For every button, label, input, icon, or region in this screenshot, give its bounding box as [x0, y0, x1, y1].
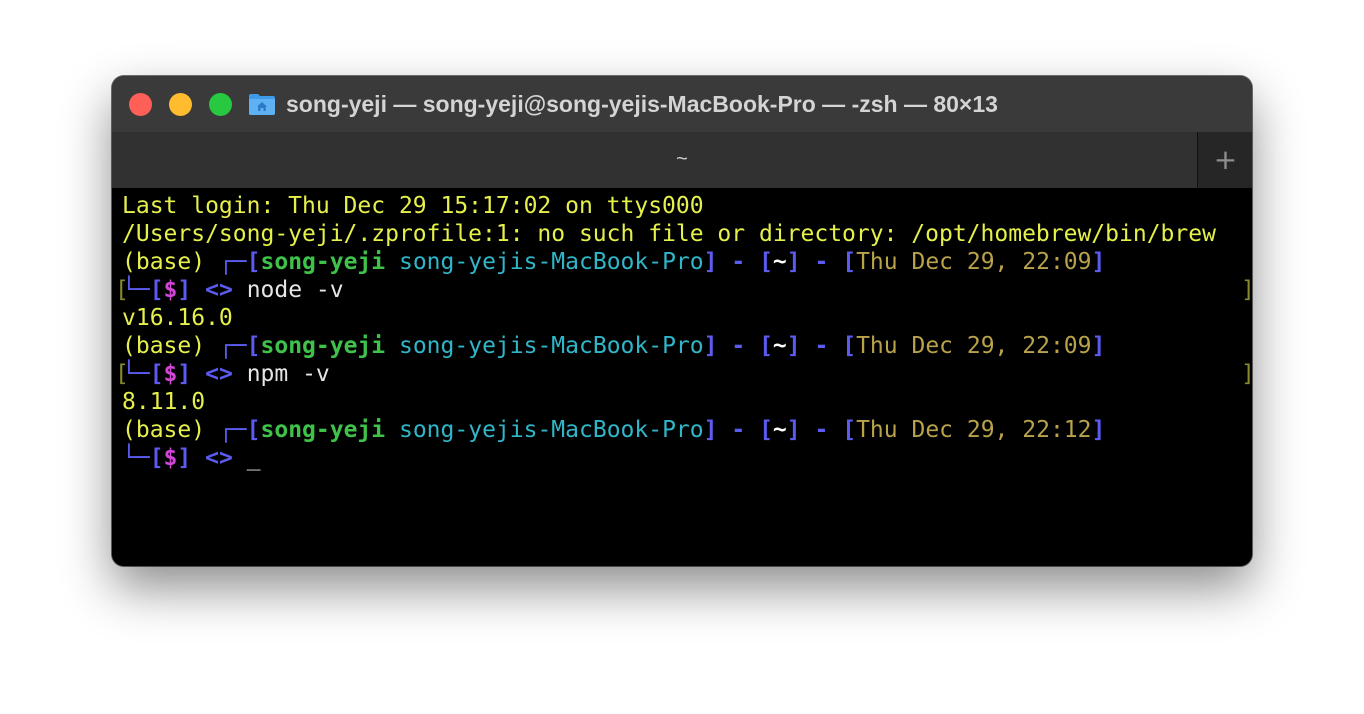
prompt-command-line: └─[$] <> npm -v [122, 361, 330, 387]
prompt-user: song-yeji [260, 417, 386, 443]
command-output: 8.11.0 [122, 389, 206, 415]
prompt-header-line: (base) ┌─[song-yeji song-yejis-MacBook-P… [122, 249, 1106, 275]
prompt-time: Thu Dec 29, 22:09 [856, 333, 1092, 359]
text-cursor: _ [246, 445, 261, 471]
prompt-sep: - [731, 249, 746, 275]
conda-env: (base) [122, 417, 206, 443]
terminal-output[interactable]: Last login: Thu Dec 29 15:17:02 on ttys0… [112, 188, 1252, 566]
prompt-header-line: (base) ┌─[song-yeji song-yejis-MacBook-P… [122, 417, 1106, 443]
prompt-arrows: <> [205, 277, 233, 303]
command-output: v16.16.0 [122, 305, 233, 331]
prompt-dir: ~ [772, 417, 787, 443]
terminal-window[interactable]: song-yeji — song-yeji@song-yejis-MacBook… [112, 76, 1252, 566]
prompt-dir: ~ [772, 249, 787, 275]
prompt-arrows: <> [205, 445, 233, 471]
command-text: node -v [246, 277, 344, 303]
prompt-host: song-yejis-MacBook-Pro [398, 417, 704, 443]
conda-env: (base) [122, 249, 206, 275]
line-marker-right: ] [1241, 360, 1252, 388]
new-tab-button[interactable]: + [1197, 132, 1252, 188]
prompt-symbol: $ [163, 445, 178, 471]
command-text: npm -v [246, 361, 330, 387]
title-bar[interactable]: song-yeji — song-yeji@song-yejis-MacBook… [112, 76, 1252, 132]
prompt-sep: - [814, 249, 829, 275]
prompt-time: Thu Dec 29, 22:09 [856, 249, 1092, 275]
prompt-sep: - [731, 333, 746, 359]
zoom-button[interactable] [209, 93, 232, 116]
prompt-host: song-yejis-MacBook-Pro [398, 249, 704, 275]
prompt-sep: - [814, 417, 829, 443]
prompt-sep: - [731, 417, 746, 443]
prompt-time: Thu Dec 29, 22:12 [856, 417, 1092, 443]
home-folder-icon [249, 94, 275, 115]
tab-label: ~ [676, 148, 688, 170]
conda-env: (base) [122, 333, 206, 359]
prompt-dir: ~ [772, 333, 787, 359]
last-login-line: Last login: Thu Dec 29 15:17:02 on ttys0… [122, 193, 704, 219]
close-button[interactable] [129, 93, 152, 116]
prompt-command-line: └─[$] <> node -v [122, 277, 344, 303]
zprofile-error-line: /Users/song-yeji/.zprofile:1: no such fi… [122, 221, 1216, 247]
prompt-user: song-yeji [260, 249, 386, 275]
prompt-user: song-yeji [260, 333, 386, 359]
line-marker-right: ] [1241, 276, 1252, 304]
prompt-arrows: <> [205, 361, 233, 387]
prompt-symbol: $ [163, 277, 178, 303]
active-prompt-line[interactable]: └─[$] <> _ [122, 444, 261, 472]
prompt-symbol: $ [163, 361, 178, 387]
prompt-sep: - [814, 333, 829, 359]
minimize-button[interactable] [169, 93, 192, 116]
window-title: song-yeji — song-yeji@song-yejis-MacBook… [286, 91, 998, 117]
tab-bar: ~ + [112, 132, 1252, 188]
prompt-header-line: (base) ┌─[song-yeji song-yejis-MacBook-P… [122, 333, 1106, 359]
prompt-host: song-yejis-MacBook-Pro [398, 333, 704, 359]
